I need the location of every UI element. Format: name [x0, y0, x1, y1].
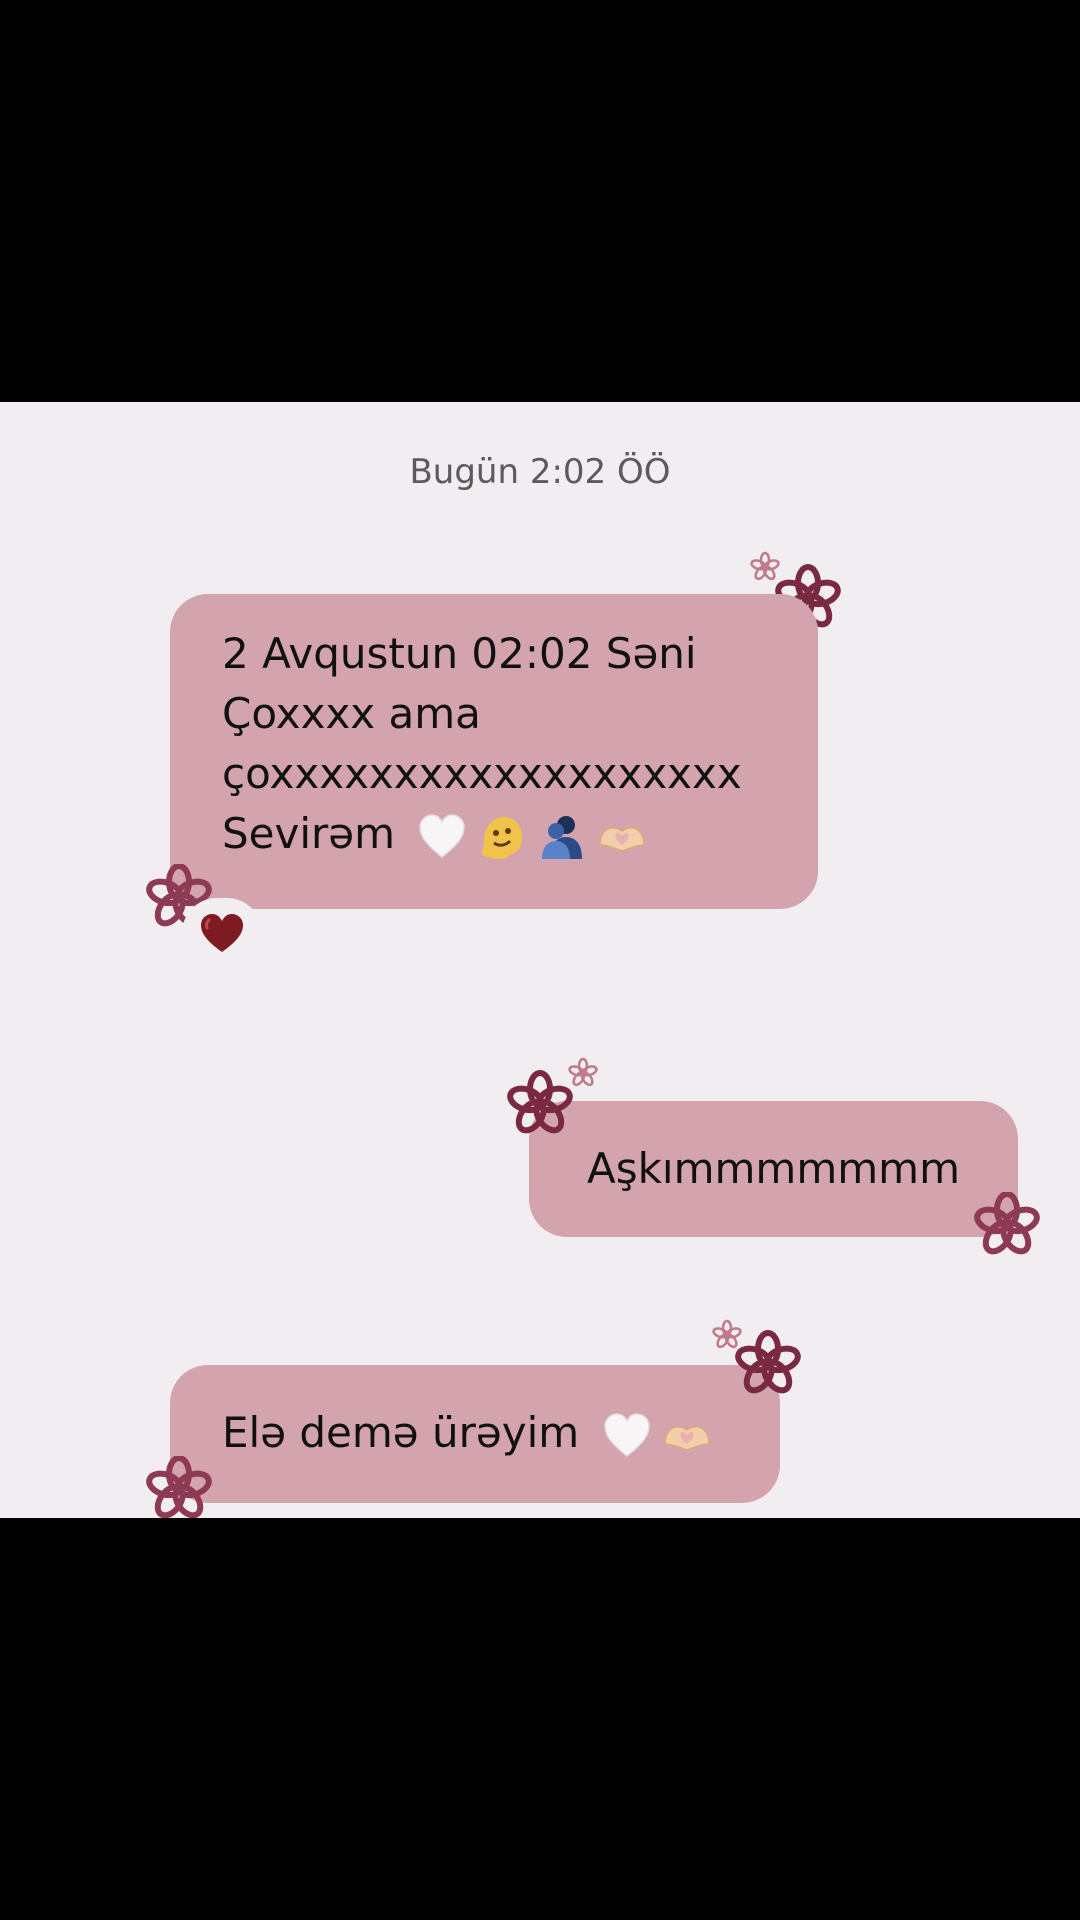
emoji-row [601, 1410, 713, 1462]
chat-view: Bugün 2:02 ÖÖ 2 Avqustun 02:02 Səni Çoxx… [0, 402, 1080, 1518]
red-heart-icon [201, 914, 243, 952]
message-bubble-sent[interactable]: Aşkımmmmmmm [529, 1101, 1018, 1237]
flower-decoration [502, 1066, 578, 1142]
message-line-with-emojis: Elə demə ürəyim [222, 1403, 750, 1463]
message-line: 2 Avqustun 02:02 Səni [222, 629, 697, 678]
flower-decoration [730, 1326, 806, 1402]
white-heart-icon [419, 813, 466, 858]
people-hugging-icon [542, 815, 583, 859]
message-line: Sevirəm [222, 809, 396, 858]
message-bubble-received[interactable]: Elə demə ürəyim [170, 1365, 780, 1503]
message-bubble-received[interactable]: 2 Avqustun 02:02 Səni Çoxxxx ama çoxxxxx… [170, 594, 818, 909]
message-line: Çoxxxx ama [222, 689, 481, 738]
melting-face-icon [482, 816, 523, 859]
message-text: 2 Avqustun 02:02 Səni Çoxxxx ama çoxxxxx… [222, 624, 782, 864]
white-heart-icon [603, 1412, 650, 1457]
message-text: Elə demə ürəyim [222, 1408, 580, 1457]
reaction-badge[interactable] [182, 898, 262, 968]
flower-decoration [146, 1456, 212, 1518]
emoji-row [416, 811, 648, 863]
message-timestamp: Bugün 2:02 ÖÖ [409, 452, 671, 492]
flower-decoration [974, 1192, 1040, 1258]
heart-hands-icon [663, 1425, 710, 1451]
heart-hands-icon [599, 826, 646, 852]
message-line: çoxxxxxxxxxxxxxxxxxxx [222, 749, 742, 798]
message-line-with-emojis: Sevirəm [222, 804, 782, 864]
message-text: Aşkımmmmmmm [587, 1144, 960, 1193]
